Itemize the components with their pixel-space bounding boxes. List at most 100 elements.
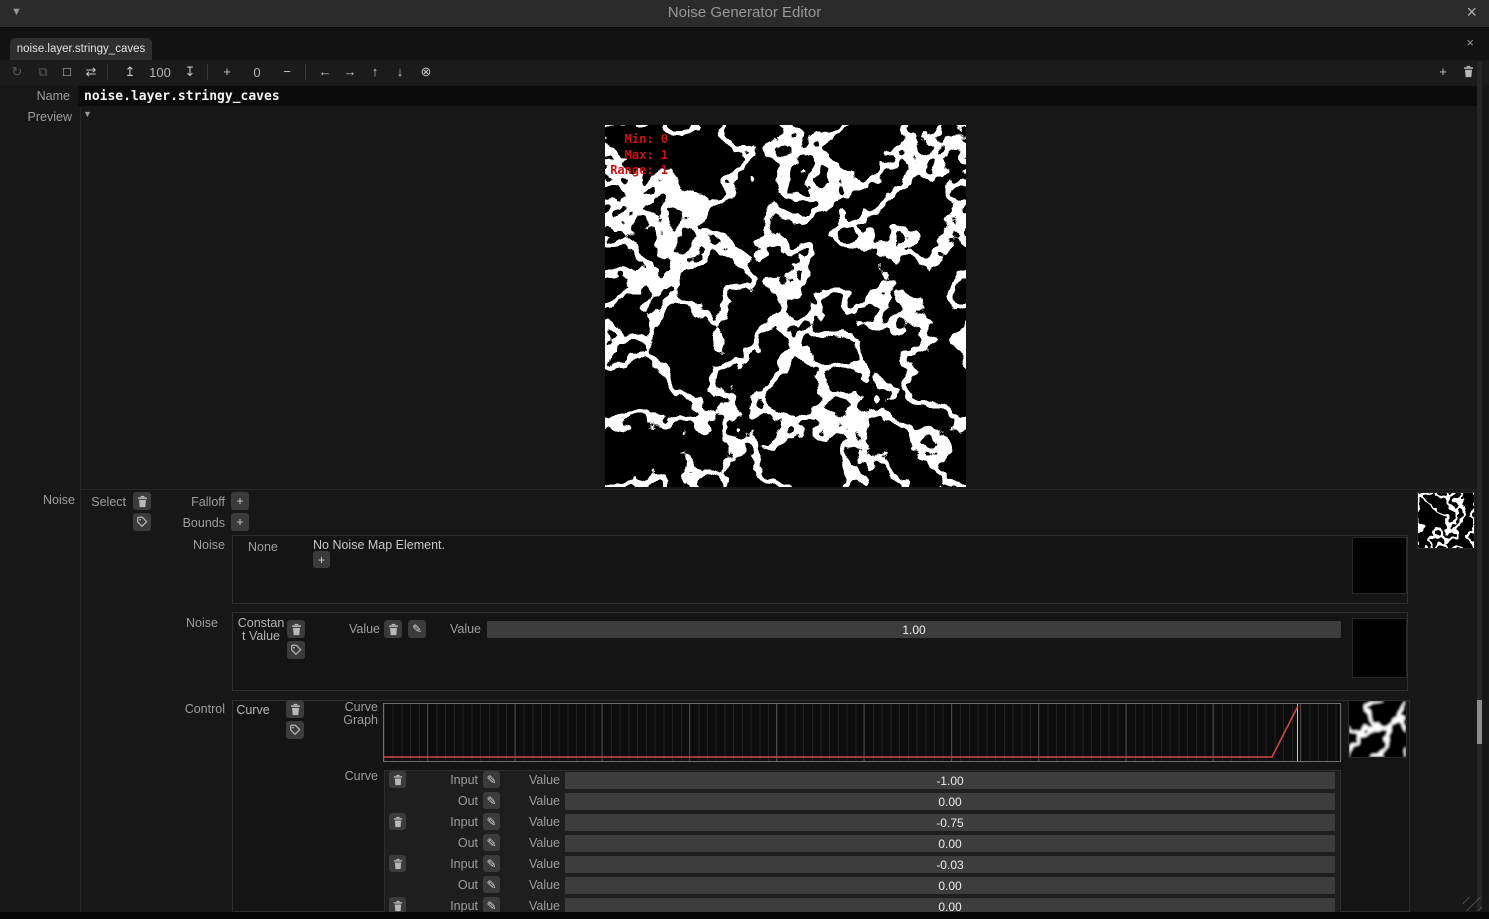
decrement-icon[interactable]: − (277, 63, 297, 81)
point-trash-button[interactable] (389, 855, 406, 872)
noise-map-type-label: None (230, 540, 278, 554)
falloff-add-button[interactable]: + (231, 492, 249, 510)
point-value-label: Value (510, 773, 560, 787)
curve-points-label: Curve (334, 769, 378, 783)
refresh-icon[interactable]: ↻ (7, 63, 27, 81)
point-value-label: Value (510, 878, 560, 892)
value-pencil-button[interactable]: ✎ (408, 620, 426, 638)
window-bottom-edge (0, 912, 1489, 919)
noise-element-trash-button[interactable] (287, 620, 305, 638)
offset-value-label[interactable]: 0 (242, 65, 272, 80)
window-close-icon[interactable]: × (1466, 2, 1477, 23)
name-input[interactable] (78, 86, 1477, 106)
point-pencil-button[interactable]: ✎ (483, 855, 500, 872)
toolbar-separator (207, 64, 208, 80)
move-right-icon[interactable]: → (340, 63, 360, 81)
constant-value-slider[interactable]: 1.00 (487, 621, 1341, 638)
curve-type-label: Curve (228, 703, 278, 717)
point-value-slider[interactable]: -0.75 (565, 814, 1335, 831)
duplicate-icon[interactable]: ⧉ (33, 63, 53, 81)
point-kind-label: Input (428, 857, 478, 871)
titlebar: ▼ Noise Generator Editor × (0, 0, 1489, 28)
falloff-label: Falloff (155, 495, 225, 509)
noise-element-tag-button[interactable] (287, 641, 305, 659)
point-pencil-button[interactable]: ✎ (483, 771, 500, 788)
select-label: Select (76, 495, 126, 509)
section-divider (80, 489, 1477, 490)
noise-element-type-label: Constant Value (236, 617, 286, 643)
toolbar-add-icon[interactable]: + (1433, 63, 1453, 81)
point-value-slider[interactable]: -0.03 (565, 856, 1335, 873)
point-value-slider[interactable]: 0.00 (565, 877, 1335, 894)
noise-element-label: Noise (155, 616, 218, 630)
point-kind-label: Out (428, 836, 478, 850)
noise-map-add-button[interactable]: + (313, 551, 330, 568)
noise-map-label: Noise (155, 538, 225, 552)
point-pencil-button[interactable]: ✎ (483, 792, 500, 809)
preview-label: Preview (10, 110, 72, 124)
point-kind-label: Input (428, 815, 478, 829)
point-value-slider[interactable]: 0.00 (565, 835, 1335, 852)
point-trash-button[interactable] (389, 771, 406, 788)
point-value-label: Value (510, 794, 560, 808)
raise-to-top-icon[interactable]: ↥ (120, 63, 140, 81)
name-label: Name (10, 89, 70, 103)
increment-icon[interactable]: + (217, 63, 237, 81)
noise-map-empty-message: No Noise Map Element. (313, 538, 513, 552)
value-param-label: Value (330, 622, 380, 636)
preview-min: Min: 0 (608, 132, 668, 148)
point-pencil-button[interactable]: ✎ (483, 834, 500, 851)
noise-map-thumbnail (1352, 537, 1407, 594)
point-kind-label: Out (428, 878, 478, 892)
toolbar-separator (305, 64, 306, 80)
value-label: Value (431, 622, 481, 636)
move-up-icon[interactable]: ↑ (365, 63, 385, 81)
point-value-label: Value (510, 899, 560, 913)
tab-close-icon[interactable]: × (1466, 35, 1474, 50)
toolbar-separator (107, 64, 108, 80)
scrollbar-track[interactable] (1477, 62, 1482, 910)
move-down-icon[interactable]: ↓ (390, 63, 410, 81)
cancel-icon[interactable]: ⊗ (416, 63, 436, 81)
noise-group-thumbnail (1417, 492, 1475, 549)
point-value-label: Value (510, 815, 560, 829)
lower-to-bottom-icon[interactable]: ↧ (180, 63, 200, 81)
raise-amount-label[interactable]: 100 (145, 65, 175, 80)
bounds-label: Bounds (155, 516, 225, 530)
point-trash-button[interactable] (389, 813, 406, 830)
point-pencil-button[interactable]: ✎ (483, 876, 500, 893)
noise-group-label: Noise (10, 493, 75, 507)
frame-icon[interactable]: □ (57, 63, 77, 81)
noise-preview-image (605, 125, 966, 487)
toolbar-trash-icon[interactable] (1458, 63, 1478, 81)
preview-stats: Min: 0 Max: 1 Range: 1 (608, 132, 668, 179)
curve-tag-button[interactable] (286, 721, 304, 739)
control-thumbnail (1348, 700, 1407, 758)
select-tag-button[interactable] (133, 513, 151, 531)
preview-range: Range: 1 (608, 163, 668, 179)
resize-grip[interactable] (1463, 897, 1482, 911)
scrollbar-thumb[interactable] (1477, 700, 1482, 744)
noise-generator-editor-window: ▼ Noise Generator Editor × noise.layer.s… (0, 0, 1489, 919)
point-kind-label: Input (428, 773, 478, 787)
point-value-slider[interactable]: 0.00 (565, 793, 1335, 810)
point-value-label: Value (510, 836, 560, 850)
control-label: Control (155, 702, 225, 716)
move-left-icon[interactable]: ← (315, 63, 335, 81)
curve-line (384, 704, 1340, 761)
tab-strip: noise.layer.stringy_caves × (0, 28, 1489, 60)
bounds-add-button[interactable]: + (231, 513, 249, 531)
value-trash-button[interactable] (384, 620, 402, 638)
preview-collapse-icon[interactable]: ▼ (83, 109, 92, 119)
tab-noise-layer-stringy-caves[interactable]: noise.layer.stringy_caves (10, 38, 152, 60)
preview-max: Max: 1 (608, 148, 668, 164)
point-pencil-button[interactable]: ✎ (483, 813, 500, 830)
shuffle-icon[interactable]: ⇄ (81, 63, 101, 81)
point-kind-label: Input (428, 899, 478, 913)
curve-graph[interactable] (383, 703, 1341, 762)
noise-element-thumbnail (1352, 618, 1407, 678)
select-trash-button[interactable] (133, 492, 151, 510)
curve-graph-label: Curve Graph (334, 701, 378, 727)
point-value-slider[interactable]: -1.00 (565, 772, 1335, 789)
curve-trash-button[interactable] (286, 700, 304, 718)
